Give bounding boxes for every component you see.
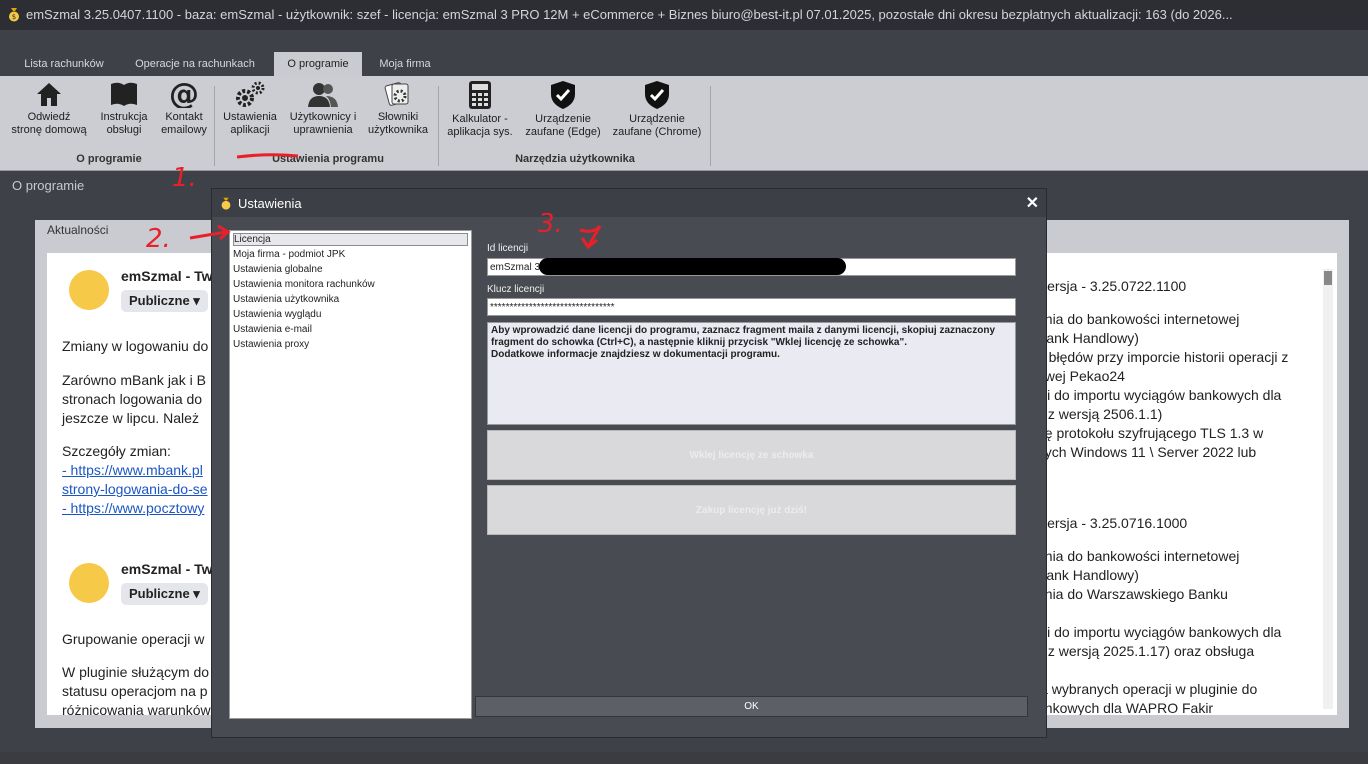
- arrow-mark: [189, 224, 231, 241]
- annotation-overlay: 1. 2. 3.: [146, 153, 602, 254]
- annotation-3: 3.: [538, 209, 563, 239]
- annotation-1: 1.: [172, 163, 197, 193]
- arrow-mark: [579, 225, 602, 250]
- underline-mark: [236, 153, 299, 159]
- annotation-2: 2.: [146, 224, 171, 254]
- status-bar: [0, 752, 1368, 764]
